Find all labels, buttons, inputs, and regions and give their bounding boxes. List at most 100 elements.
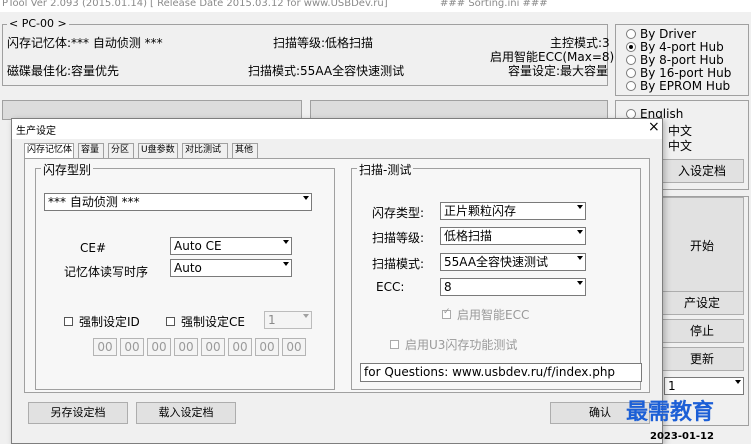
u3-test-checkbox[interactable]: 启用U3闪存功能测试 [390,336,517,353]
ce-select[interactable]: Auto CE [170,237,292,255]
app-version-title: PTool Ver 2.093 (2015.01.14) [2,0,148,9]
device-slot-panel-left [2,100,302,120]
force-ce-checkbox[interactable]: 强制设定CE [166,313,245,330]
ecc-select[interactable]: 8 [440,278,586,296]
chevron-down-icon [303,314,309,318]
dialog-titlebar: 生产设定 × [12,119,662,139]
scan-flash-type-select[interactable]: 正片颗粒闪存 [440,202,586,220]
tab-partition[interactable]: 分区 [108,143,134,158]
scan-level-select[interactable]: 低格扫描 [440,227,586,245]
id-byte-field[interactable]: 00 [201,338,225,356]
id-byte-field[interactable]: 00 [255,338,279,356]
checkbox-box [64,317,73,326]
radio-by-driver[interactable]: By Driver [626,27,696,41]
id-byte-field[interactable]: 00 [120,338,144,356]
tab-usb-params[interactable]: U盘参数 [138,143,178,158]
force-ce-select[interactable]: 1 [264,311,312,329]
language-chinese-2-label[interactable]: 中文 [668,137,692,154]
save-settings-button[interactable]: 另存设定档 [28,402,128,424]
dialog-tab-strip: 闪存记忆体 容量 分区 U盘参数 对比测试 其他 [24,143,284,159]
id-byte-field[interactable]: 00 [282,338,306,356]
button-label: 确认 [589,406,611,419]
watermark: 最需教育 2023-01-12 [626,394,750,444]
update-button[interactable]: 更新 [660,347,744,371]
id-byte-field[interactable]: 00 [174,338,198,356]
questions-url-field[interactable]: for Questions: www.usbdev.ru/f/index.php [360,363,642,382]
radio-label: By Driver [640,27,697,41]
smart-ecc-checkbox[interactable]: 启用智能ECC [442,306,529,323]
watermark-date: 2023-01-12 [650,431,714,442]
radio-by-4-port-hub[interactable]: By 4-port Hub [626,40,724,54]
select-value: 1 [268,313,276,327]
checkbox-label: 强制设定CE [181,315,245,329]
start-button[interactable]: 开始 [660,197,744,293]
radio-indicator [626,68,636,78]
button-label: 停止 [689,324,714,338]
force-id-checkbox[interactable]: 强制设定ID [64,313,140,330]
load-settings-button[interactable]: 载入设定档 [136,402,236,424]
release-date-title: [ Release Date 2015.03.12 for www.USBDev… [150,0,388,9]
scan-mode-select[interactable]: 55AA全容快速测试 [440,253,586,271]
select-value: Auto CE [174,239,222,253]
button-label: 另存设定档 [50,406,106,419]
select-value: 8 [444,280,452,294]
ecc-label: ECC: [376,280,405,294]
checkbox-box [390,340,399,349]
scan-test-legend: 扫描-测试 [357,161,414,178]
flash-memory-status: 闪存记忆体:*** 自动侦测 *** [7,36,163,50]
chevron-down-icon [577,230,583,234]
radio-label: By EPROM Hub [640,79,731,93]
button-label: 入设定档 [677,164,726,178]
ini-file-title: ### Sorting.ini ### [440,0,548,9]
select-value: 55AA全容快速测试 [444,255,549,269]
radio-by-16-port-hub[interactable]: By 16-port Hub [626,66,731,80]
capacity-setting-status: 容量设定:最大容量 [508,64,609,78]
chevron-down-icon [577,205,583,209]
ce-label: CE# [80,241,107,255]
button-label: 载入设定档 [158,406,214,419]
chevron-down-icon [283,240,289,244]
scan-level-status: 扫描等级:低格扫描 [273,36,374,50]
radio-label: By 16-port Hub [640,66,732,80]
radio-indicator [626,55,636,65]
timing-label: 记忆体读写时序 [64,265,149,279]
button-label: 产设定 [683,296,720,310]
id-byte-field[interactable]: 00 [147,338,171,356]
select-value: 正片颗粒闪存 [444,204,517,218]
checkbox-label: 启用U3闪存功能测试 [405,338,518,352]
tab-flash-memory[interactable]: 闪存记忆体 [24,143,74,159]
watermark-text: 最需教育 [626,400,715,425]
id-byte-field[interactable]: 00 [228,338,252,356]
chevron-down-icon [735,380,741,384]
radio-indicator [626,42,636,52]
radio-by-8-port-hub[interactable]: By 8-port Hub [626,53,724,67]
tab-compare-test[interactable]: 对比测试 [182,143,228,158]
select-value: 低格扫描 [444,229,493,243]
hub-mode-panel: By Driver By 4-port Hub By 8-port Hub By… [615,24,749,96]
radio-indicator [626,81,636,91]
timing-select[interactable]: Auto [170,259,292,277]
dialog-title: 生产设定 [16,126,56,137]
port-count-select[interactable]: 1 [664,377,744,395]
stop-button[interactable]: 停止 [660,319,744,343]
radio-label: By 4-port Hub [640,40,724,54]
scan-test-group: 扫描-测试 闪存类型: 正片颗粒闪存 扫描等级: 低格扫描 扫描模式: 55AA… [351,161,642,390]
load-settings-button-main[interactable]: 入设定档 [660,159,744,183]
chevron-down-icon [283,262,289,266]
tab-capacity[interactable]: 容量 [78,143,104,158]
tab-page: 闪存型别 *** 自动侦测 *** CE# Auto CE 记忆体读写时序 Au… [24,158,650,393]
select-value: Auto [174,261,202,275]
id-byte-field[interactable]: 00 [93,338,117,356]
checkbox-label: 启用智能ECC [457,308,530,322]
production-settings-dialog: 生产设定 × 闪存记忆体 容量 分区 U盘参数 对比测试 其他 闪存型别 ***… [11,118,663,444]
production-settings-button[interactable]: 产设定 [660,291,744,315]
radio-by-eprom-hub[interactable]: By EPROM Hub [626,79,730,93]
flash-type-select[interactable]: *** 自动侦测 *** [44,193,312,211]
dialog-close-icon[interactable]: × [648,119,660,135]
scan-flash-type-label: 闪存类型: [372,206,425,220]
button-label: 更新 [689,352,714,366]
pc-status-panel: < PC-00 > 闪存记忆体:*** 自动侦测 *** 扫描等级:低格扫描 主… [2,17,614,86]
tab-other[interactable]: 其他 [232,143,258,158]
scan-mode-label: 扫描模式: [372,257,425,271]
select-value: *** 自动侦测 *** [48,195,140,209]
